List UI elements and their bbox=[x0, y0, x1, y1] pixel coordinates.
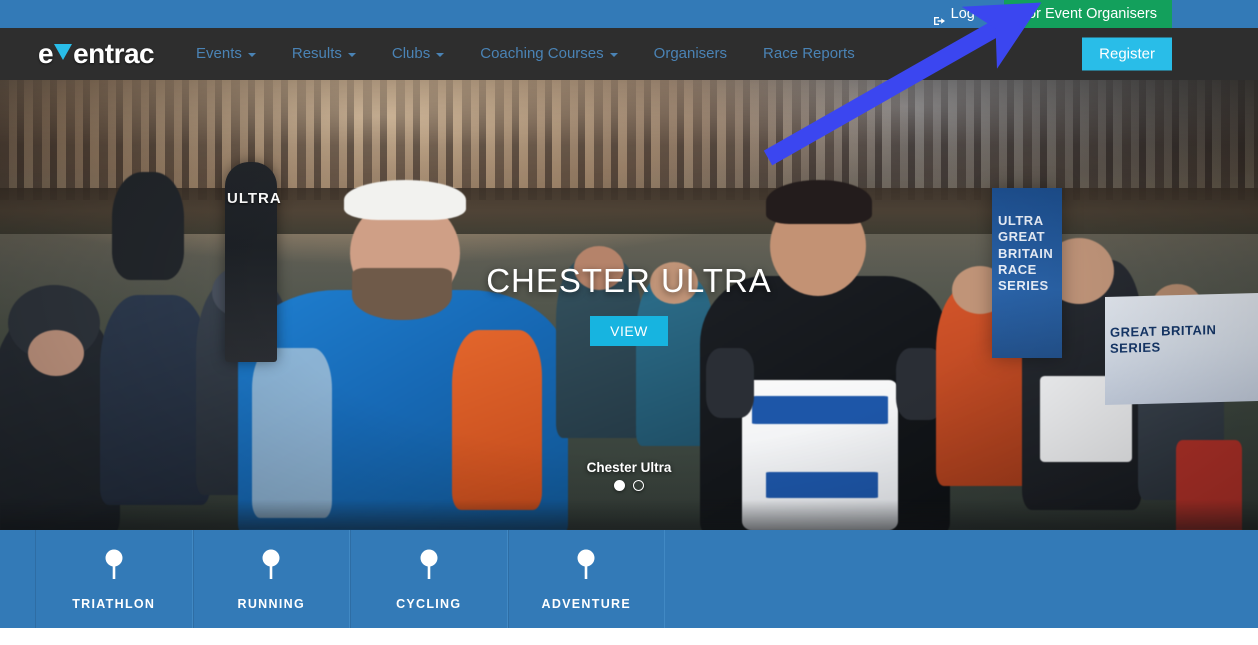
carousel-indicators bbox=[0, 480, 1258, 491]
map-pin-icon bbox=[576, 548, 596, 585]
map-pin-icon bbox=[104, 548, 124, 585]
map-pin-icon bbox=[419, 548, 439, 585]
hero-view-button[interactable]: VIEW bbox=[590, 316, 668, 346]
page-root: Log in For Event Organisers e entrac Eve… bbox=[0, 0, 1258, 645]
category-tile-running[interactable]: RUNNING bbox=[192, 530, 350, 628]
chevron-down-icon bbox=[609, 53, 618, 57]
logo-text-right: entrac bbox=[73, 38, 155, 69]
login-link[interactable]: Log in bbox=[920, 0, 1005, 28]
category-band: TRIATHLON RUNNING CYCLING ADVENTURE bbox=[0, 530, 1258, 628]
category-label-triathlon: TRIATHLON bbox=[72, 596, 156, 611]
top-utility-bar: Log in For Event Organisers bbox=[0, 0, 1258, 28]
main-navbar: e entrac Events Results Clubs Coaching C… bbox=[0, 28, 1258, 80]
category-tile-adventure[interactable]: ADVENTURE bbox=[507, 530, 665, 628]
nav-item-events[interactable]: Events bbox=[178, 28, 274, 80]
map-pin-icon bbox=[261, 548, 281, 585]
category-label-adventure: ADVENTURE bbox=[541, 596, 631, 611]
for-event-organisers-button[interactable]: For Event Organisers bbox=[1004, 0, 1172, 28]
chevron-down-icon bbox=[247, 53, 256, 57]
category-label-running: RUNNING bbox=[237, 596, 305, 611]
nav-item-race-reports[interactable]: Race Reports bbox=[745, 28, 873, 80]
nav-label-race-reports: Race Reports bbox=[763, 45, 855, 62]
chevron-down-icon bbox=[436, 53, 445, 57]
nav-item-results[interactable]: Results bbox=[274, 28, 374, 80]
nav-item-clubs[interactable]: Clubs bbox=[374, 28, 462, 80]
chevron-down-icon bbox=[347, 53, 356, 57]
hero-title: CHESTER ULTRA bbox=[486, 262, 772, 299]
sign-in-icon bbox=[933, 9, 946, 25]
register-button[interactable]: Register bbox=[1082, 37, 1172, 71]
category-tiles: TRIATHLON RUNNING CYCLING ADVENTURE bbox=[35, 530, 665, 628]
nav-label-organisers: Organisers bbox=[653, 45, 728, 62]
carousel-dot-2[interactable] bbox=[633, 480, 644, 491]
primary-nav: Events Results Clubs Coaching Courses Or… bbox=[178, 28, 873, 80]
login-label: Log in bbox=[950, 6, 991, 22]
nav-label-results: Results bbox=[291, 45, 342, 62]
logo-text-left: e bbox=[38, 38, 54, 69]
category-tile-cycling[interactable]: CYCLING bbox=[350, 530, 508, 628]
carousel-dot-1[interactable] bbox=[614, 480, 625, 491]
nav-label-coaching-courses: Coaching Courses bbox=[480, 45, 604, 62]
hero-carousel[interactable]: ULTRA ULTRA GREAT BRITAIN RACE SERIES GR… bbox=[0, 80, 1258, 530]
nav-item-organisers[interactable]: Organisers bbox=[636, 28, 745, 80]
category-tile-triathlon[interactable]: TRIATHLON bbox=[35, 530, 193, 628]
nav-item-coaching-courses[interactable]: Coaching Courses bbox=[462, 28, 635, 80]
category-label-cycling: CYCLING bbox=[396, 596, 462, 611]
hero-caption-block: CHESTER ULTRA VIEW bbox=[0, 262, 1258, 346]
carousel-slide-caption: Chester Ultra bbox=[586, 460, 672, 475]
v-triangle-icon bbox=[54, 44, 73, 60]
nav-label-events: Events bbox=[196, 45, 242, 62]
nav-label-clubs: Clubs bbox=[391, 45, 431, 62]
top-utility-actions: Log in For Event Organisers bbox=[920, 0, 1172, 28]
eventrac-logo[interactable]: e entrac bbox=[38, 38, 155, 70]
